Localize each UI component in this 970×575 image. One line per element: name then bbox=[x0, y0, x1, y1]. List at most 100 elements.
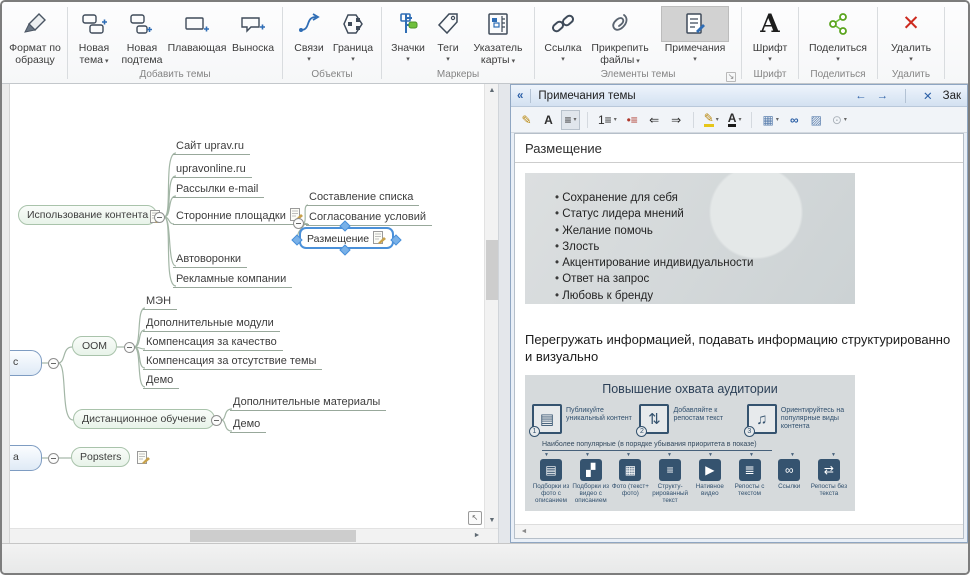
outdent-button[interactable]: ⇐ bbox=[645, 110, 664, 130]
content-type-item: ⇄Репосты без текста bbox=[810, 459, 848, 504]
ribbon-group-share: Поделиться ▾ Поделиться bbox=[802, 3, 874, 83]
collapse-panel-icon[interactable]: « bbox=[517, 90, 523, 102]
topic-list-making[interactable]: Составление списка bbox=[306, 191, 419, 206]
forward-icon[interactable]: → bbox=[876, 90, 888, 102]
relationships-button[interactable]: Связи ▾ bbox=[289, 6, 329, 63]
topic-site[interactable]: Сайт uprav.ru bbox=[173, 140, 250, 155]
floating-topic-button[interactable]: Плавающая bbox=[168, 6, 226, 55]
photo-collection-icon: ▤ bbox=[540, 459, 562, 481]
scroll-right-icon[interactable]: ► bbox=[470, 529, 484, 543]
collapse-toggle[interactable] bbox=[124, 342, 135, 353]
font-dialog-button[interactable]: A bbox=[539, 110, 558, 130]
insert-table-button[interactable]: ▦▾ bbox=[759, 110, 781, 130]
scrollbar-thumb[interactable] bbox=[190, 530, 356, 542]
topic-usage[interactable]: Использование контента bbox=[18, 205, 157, 225]
chevron-down-icon: ▾ bbox=[716, 116, 719, 123]
structured-text-icon: ≡ bbox=[659, 459, 681, 481]
attach-files-button[interactable]: Прикрепить файлы▾ bbox=[587, 6, 653, 66]
notes-panel: « Примечания темы ← → ✕ Зак ✎ A ≡▾ 1≡▾ •… bbox=[510, 84, 968, 543]
align-button[interactable]: ≡▾ bbox=[561, 110, 580, 130]
share-button[interactable]: Поделиться ▾ bbox=[806, 6, 870, 63]
topic-partial-bottom[interactable]: а bbox=[10, 445, 42, 471]
note-icon[interactable] bbox=[373, 231, 386, 244]
photo-text-icon: ▦ bbox=[619, 459, 641, 481]
topic-men[interactable]: МЭН bbox=[143, 295, 177, 310]
map-vertical-scrollbar[interactable]: ▲ ▼ bbox=[484, 84, 498, 528]
delete-button[interactable]: ✕ Удалить ▾ bbox=[885, 6, 937, 63]
collapse-toggle[interactable] bbox=[48, 453, 59, 464]
topic-demo-oom[interactable]: Демо bbox=[143, 374, 179, 389]
format-brush-button[interactable]: ✎ bbox=[517, 110, 536, 130]
back-icon[interactable]: ← bbox=[855, 90, 867, 102]
new-subtopic-button[interactable]: Новая подтема bbox=[118, 6, 166, 66]
topic-ads[interactable]: Рекламные компании bbox=[173, 273, 292, 288]
topic-third-party[interactable]: Сторонние площадки bbox=[173, 208, 309, 225]
callout-label: Выноска bbox=[232, 43, 274, 55]
chevron-down-icon: ▾ bbox=[574, 116, 577, 123]
font-label: Шрифт bbox=[753, 43, 788, 55]
tags-button[interactable]: Теги ▾ bbox=[431, 6, 465, 63]
close-panel-label[interactable]: Зак bbox=[943, 90, 961, 102]
insert-image-button[interactable]: ▨ bbox=[807, 110, 826, 130]
callout-button[interactable]: Выноска bbox=[228, 6, 278, 55]
font-color-button[interactable]: A▾ bbox=[725, 110, 745, 130]
topic-placement-selected[interactable]: Размещение bbox=[299, 227, 394, 249]
topic-quality-comp[interactable]: Компенсация за качество bbox=[143, 336, 283, 351]
font-button[interactable]: A Шрифт ▾ bbox=[748, 6, 792, 63]
insert-link-button[interactable]: ∞ bbox=[785, 110, 804, 130]
new-topic-label: Новая тема▾ bbox=[72, 43, 116, 66]
scroll-left-icon[interactable]: ◄ bbox=[517, 525, 531, 539]
note-image-bullets[interactable]: Сохранение для себя Статус лидера мнений… bbox=[525, 173, 855, 304]
boundary-button[interactable]: Граница ▾ bbox=[331, 6, 375, 63]
attach-files-label: Прикрепить файлы▾ bbox=[587, 43, 653, 66]
list-item: Статус лидера мнений bbox=[555, 206, 855, 222]
topic-terms[interactable]: Согласование условий bbox=[306, 211, 432, 226]
icons-button[interactable]: Значки ▾ bbox=[387, 6, 429, 63]
popular-content-icon: ♫3 bbox=[747, 404, 777, 434]
topic-email[interactable]: Рассылки e-mail bbox=[173, 183, 264, 198]
bullet-list-button[interactable]: •≡ bbox=[623, 110, 642, 130]
collapse-toggle[interactable] bbox=[154, 212, 165, 223]
fit-map-button[interactable]: ↖ bbox=[468, 511, 482, 525]
notes-button[interactable]: Примечания ▾ bbox=[655, 6, 735, 63]
mindmap-canvas[interactable]: Использование контента Сайт uprav.ru upr… bbox=[10, 84, 484, 528]
topic-popsters[interactable]: Popsters bbox=[71, 447, 130, 467]
topic-no-topic-comp[interactable]: Компенсация за отсутствие темы bbox=[143, 355, 322, 370]
collapse-toggle[interactable] bbox=[48, 358, 59, 369]
topic-distance-learning[interactable]: Дистанционное обучение bbox=[73, 409, 215, 429]
notes-horizontal-scrollbar[interactable]: ◄ bbox=[515, 524, 963, 538]
topic-oom[interactable]: ООМ bbox=[72, 336, 117, 356]
timestamp-button[interactable]: ⊙▾ bbox=[829, 110, 850, 130]
link-icon bbox=[550, 6, 576, 42]
list-item: Акцентирование индивидуальности bbox=[555, 255, 855, 271]
flow-arrow-icon: ▼ bbox=[708, 452, 713, 458]
numbered-list-button[interactable]: 1≡▾ bbox=[595, 110, 620, 130]
dialog-launcher-icon[interactable]: ↘ bbox=[726, 72, 736, 82]
highlight-button[interactable]: ✎▾ bbox=[701, 110, 722, 130]
close-panel-icon[interactable]: ✕ bbox=[923, 89, 933, 103]
chevron-down-icon: ▾ bbox=[768, 56, 772, 63]
status-bar bbox=[2, 543, 968, 573]
scroll-up-icon[interactable]: ▲ bbox=[485, 84, 499, 98]
new-topic-button[interactable]: Новая тема▾ bbox=[72, 6, 116, 66]
topic-extra-materials[interactable]: Дополнительные материалы bbox=[230, 396, 386, 411]
map-index-button[interactable]: Указатель карты▾ bbox=[467, 6, 529, 66]
panel-splitter[interactable] bbox=[498, 84, 510, 543]
scroll-down-icon[interactable]: ▼ bbox=[485, 514, 499, 528]
flow-arrow-icon: ▼ bbox=[790, 452, 795, 458]
indent-button[interactable]: ⇒ bbox=[667, 110, 686, 130]
topic-partial-top[interactable]: с bbox=[10, 350, 42, 376]
topic-extra-modules[interactable]: Дополнительные модули bbox=[143, 317, 280, 332]
note-icon[interactable] bbox=[137, 451, 150, 464]
topic-autofunnels[interactable]: Автоворонки bbox=[173, 253, 247, 268]
format-painter-button[interactable]: Формат по образцу bbox=[6, 6, 64, 66]
topic-demo-distance[interactable]: Демо bbox=[230, 418, 266, 433]
scrollbar-thumb[interactable] bbox=[486, 240, 498, 300]
link-button[interactable]: Ссылка ▾ bbox=[541, 6, 585, 63]
notes-editor[interactable]: Размещение Сохранение для себя Статус ли… bbox=[514, 133, 964, 539]
collapse-toggle[interactable] bbox=[211, 415, 222, 426]
map-horizontal-scrollbar[interactable]: ► bbox=[10, 528, 498, 543]
note-image-infographic[interactable]: Повышение охвата аудитории ▤1 Публикуйте… bbox=[525, 375, 855, 511]
topic-upravonline[interactable]: upravonline.ru bbox=[173, 163, 252, 178]
content-type-item: ▤Подборки из фото с описанием bbox=[532, 459, 570, 504]
